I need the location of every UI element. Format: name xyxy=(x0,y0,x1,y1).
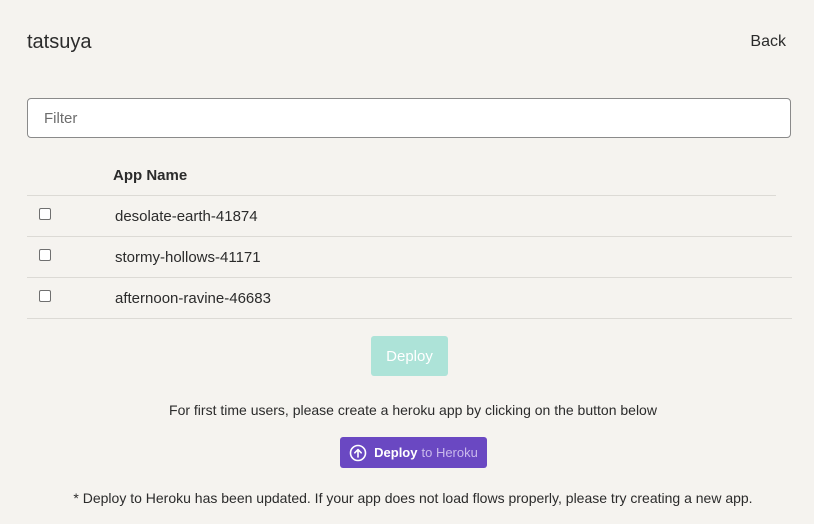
updated-note: * Deploy to Heroku has been updated. If … xyxy=(73,490,753,506)
table-row: afternoon-ravine-46683 xyxy=(27,278,792,319)
app-name: desolate-earth-41874 xyxy=(115,207,258,225)
row-checkbox[interactable] xyxy=(39,249,51,261)
deploy-button[interactable]: Deploy xyxy=(371,336,448,376)
heroku-button-label-primary: Deploy xyxy=(374,445,418,460)
app-name: stormy-hollows-41171 xyxy=(115,248,261,266)
table-row: desolate-earth-41874 xyxy=(27,196,792,237)
table-header: App Name xyxy=(27,155,776,196)
app-name: afternoon-ravine-46683 xyxy=(115,289,271,307)
upload-cloud-icon xyxy=(349,444,367,462)
table-row: stormy-hollows-41171 xyxy=(27,237,792,278)
back-link[interactable]: Back xyxy=(750,33,786,51)
user-name: tatsuya xyxy=(27,30,92,53)
row-checkbox[interactable] xyxy=(39,208,51,220)
column-header-app-name: App Name xyxy=(113,166,188,184)
first-time-instructions: For first time users, please create a he… xyxy=(169,402,657,418)
app-table: App Name desolate-earth-41874 stormy-hol… xyxy=(27,155,792,319)
row-checkbox[interactable] xyxy=(39,290,51,302)
filter-input[interactable] xyxy=(27,98,791,138)
heroku-button-label-secondary: to Heroku xyxy=(421,445,478,460)
page-header: tatsuya Back xyxy=(27,28,786,56)
deploy-to-heroku-button[interactable]: Deploy to Heroku xyxy=(340,437,487,468)
